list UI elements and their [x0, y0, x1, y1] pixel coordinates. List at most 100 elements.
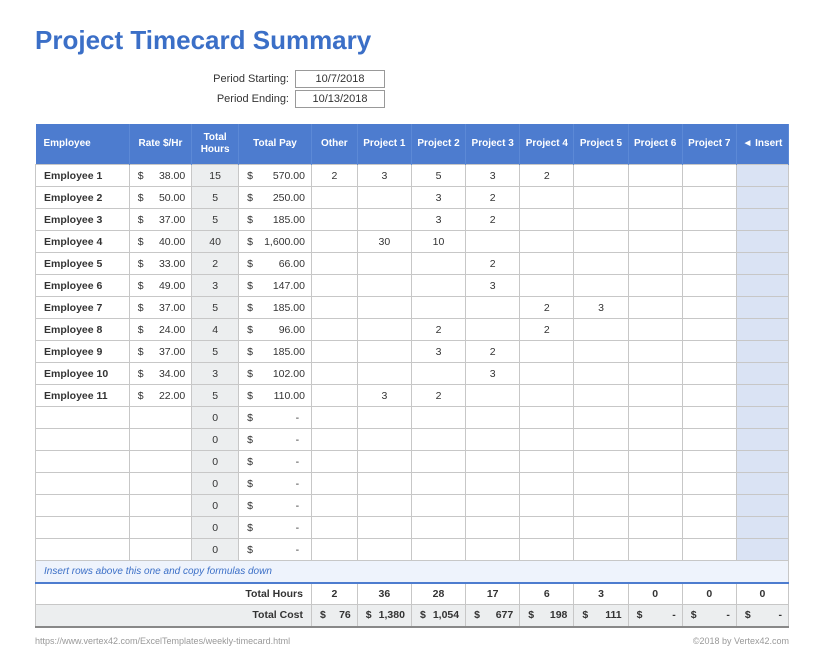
col-rate[interactable]: Rate $/Hr: [129, 124, 191, 165]
rate-cell[interactable]: [129, 517, 191, 539]
project6-cell[interactable]: [628, 165, 682, 187]
employee-cell[interactable]: [36, 539, 130, 561]
project5-cell[interactable]: [574, 231, 628, 253]
project7-cell[interactable]: [682, 385, 736, 407]
project2-cell[interactable]: 10: [411, 231, 465, 253]
project7-cell[interactable]: [682, 165, 736, 187]
project1-cell[interactable]: [357, 319, 411, 341]
project6-cell[interactable]: [628, 495, 682, 517]
project5-cell[interactable]: [574, 539, 628, 561]
project2-cell[interactable]: [411, 429, 465, 451]
project7-cell[interactable]: [682, 297, 736, 319]
period-end-input[interactable]: 10/13/2018: [295, 90, 385, 108]
employee-cell[interactable]: [36, 517, 130, 539]
project7-cell[interactable]: [682, 517, 736, 539]
project1-cell[interactable]: [357, 209, 411, 231]
project5-cell[interactable]: [574, 319, 628, 341]
project7-cell[interactable]: [682, 495, 736, 517]
col-other[interactable]: Other: [311, 124, 357, 165]
project7-cell[interactable]: [682, 451, 736, 473]
rate-cell[interactable]: $37.00: [129, 341, 191, 363]
project7-cell[interactable]: [682, 341, 736, 363]
employee-cell[interactable]: Employee 9: [36, 341, 130, 363]
project1-cell[interactable]: [357, 363, 411, 385]
project1-cell[interactable]: [357, 473, 411, 495]
project5-cell[interactable]: [574, 385, 628, 407]
project3-cell[interactable]: 2: [466, 209, 520, 231]
project3-cell[interactable]: [466, 429, 520, 451]
project4-cell[interactable]: [520, 231, 574, 253]
rate-cell[interactable]: $37.00: [129, 209, 191, 231]
rate-cell[interactable]: [129, 451, 191, 473]
employee-cell[interactable]: [36, 407, 130, 429]
other-cell[interactable]: [311, 231, 357, 253]
rate-cell[interactable]: [129, 495, 191, 517]
employee-cell[interactable]: Employee 8: [36, 319, 130, 341]
rate-cell[interactable]: $38.00: [129, 165, 191, 187]
project2-cell[interactable]: [411, 363, 465, 385]
project1-cell[interactable]: [357, 275, 411, 297]
other-cell[interactable]: [311, 253, 357, 275]
other-cell[interactable]: [311, 517, 357, 539]
project4-cell[interactable]: [520, 341, 574, 363]
project2-cell[interactable]: 3: [411, 187, 465, 209]
project6-cell[interactable]: [628, 429, 682, 451]
project2-cell[interactable]: [411, 275, 465, 297]
project6-cell[interactable]: [628, 187, 682, 209]
project6-cell[interactable]: [628, 319, 682, 341]
employee-cell[interactable]: [36, 429, 130, 451]
project2-cell[interactable]: 3: [411, 341, 465, 363]
project7-cell[interactable]: [682, 187, 736, 209]
project7-cell[interactable]: [682, 319, 736, 341]
project3-cell[interactable]: [466, 231, 520, 253]
employee-cell[interactable]: Employee 7: [36, 297, 130, 319]
project4-cell[interactable]: 2: [520, 165, 574, 187]
project5-cell[interactable]: [574, 517, 628, 539]
project4-cell[interactable]: [520, 275, 574, 297]
other-cell[interactable]: [311, 451, 357, 473]
project2-cell[interactable]: [411, 407, 465, 429]
project3-cell[interactable]: [466, 473, 520, 495]
project5-cell[interactable]: [574, 253, 628, 275]
project3-cell[interactable]: [466, 385, 520, 407]
project7-cell[interactable]: [682, 473, 736, 495]
project6-cell[interactable]: [628, 451, 682, 473]
rate-cell[interactable]: $49.00: [129, 275, 191, 297]
employee-cell[interactable]: Employee 1: [36, 165, 130, 187]
project4-cell[interactable]: 2: [520, 297, 574, 319]
project5-cell[interactable]: [574, 495, 628, 517]
project4-cell[interactable]: [520, 187, 574, 209]
project7-cell[interactable]: [682, 253, 736, 275]
col-project-3[interactable]: Project 3: [466, 124, 520, 165]
other-cell[interactable]: 2: [311, 165, 357, 187]
project5-cell[interactable]: [574, 187, 628, 209]
project2-cell[interactable]: 3: [411, 209, 465, 231]
other-cell[interactable]: [311, 275, 357, 297]
project3-cell[interactable]: [466, 407, 520, 429]
project4-cell[interactable]: [520, 495, 574, 517]
project2-cell[interactable]: [411, 517, 465, 539]
other-cell[interactable]: [311, 495, 357, 517]
rate-cell[interactable]: [129, 473, 191, 495]
project7-cell[interactable]: [682, 275, 736, 297]
employee-cell[interactable]: Employee 2: [36, 187, 130, 209]
employee-cell[interactable]: Employee 11: [36, 385, 130, 407]
project4-cell[interactable]: [520, 539, 574, 561]
project4-cell[interactable]: [520, 209, 574, 231]
project2-cell[interactable]: [411, 539, 465, 561]
project3-cell[interactable]: 2: [466, 187, 520, 209]
project4-cell[interactable]: [520, 407, 574, 429]
project7-cell[interactable]: [682, 429, 736, 451]
project1-cell[interactable]: 3: [357, 165, 411, 187]
project2-cell[interactable]: 2: [411, 319, 465, 341]
other-cell[interactable]: [311, 539, 357, 561]
project6-cell[interactable]: [628, 539, 682, 561]
col-total-pay[interactable]: Total Pay: [239, 124, 312, 165]
col-employee[interactable]: Employee: [36, 124, 130, 165]
project1-cell[interactable]: [357, 495, 411, 517]
employee-cell[interactable]: [36, 451, 130, 473]
project1-cell[interactable]: [357, 407, 411, 429]
project4-cell[interactable]: [520, 429, 574, 451]
other-cell[interactable]: [311, 429, 357, 451]
project1-cell[interactable]: [357, 429, 411, 451]
